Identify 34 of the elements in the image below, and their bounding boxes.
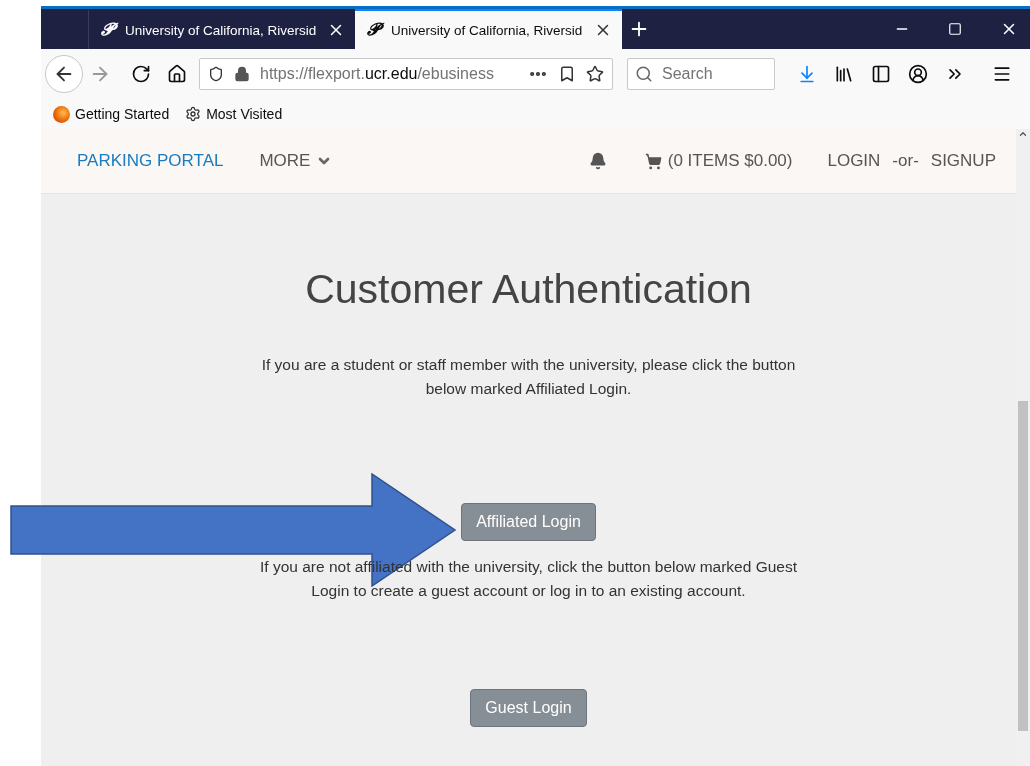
maximize-icon[interactable] <box>948 22 962 36</box>
browser-tab[interactable]: 𝓟 University of California, Riversid <box>355 9 622 49</box>
lock-icon[interactable] <box>234 66 250 82</box>
portal-link[interactable]: PARKING PORTAL <box>77 151 224 171</box>
bookmark-item[interactable]: Getting Started <box>53 105 170 123</box>
shield-icon[interactable] <box>208 66 224 82</box>
scroll-up-icon[interactable] <box>1018 129 1028 139</box>
bookmark-item[interactable]: Most Visited <box>185 106 283 122</box>
bell-icon[interactable] <box>588 152 607 170</box>
separator-text: -or- <box>892 151 919 171</box>
affiliated-instructions: If you are a student or staff member with the university, please click the button below marked Affiliated Login. <box>260 355 797 399</box>
sidebar-icon[interactable] <box>871 64 891 84</box>
scrollbar[interactable] <box>1016 129 1030 766</box>
gear-icon <box>185 106 202 122</box>
home-icon[interactable] <box>167 64 187 84</box>
star-icon[interactable] <box>586 65 604 83</box>
signup-link[interactable]: SIGNUP <box>930 151 996 171</box>
download-icon[interactable] <box>797 64 817 84</box>
menu-icon[interactable] <box>992 64 1012 84</box>
search-field[interactable]: Search <box>627 58 775 90</box>
more-menu[interactable]: MORE <box>259 151 333 171</box>
tab-favicon: 𝓟 <box>101 20 117 40</box>
address-bar[interactable]: https://flexport.ucr.edu/ebusiness <box>199 58 613 90</box>
search-icon <box>635 65 653 83</box>
cart-icon <box>644 152 662 170</box>
browser-logo-icon <box>53 105 70 123</box>
login-link[interactable]: LOGIN <box>827 151 881 171</box>
page-heading: Customer Authentication <box>305 266 752 313</box>
library-icon[interactable] <box>834 64 854 84</box>
tab-favicon: 𝓟 <box>367 20 383 40</box>
cart-link[interactable]: (0 ITEMS $0.00) <box>644 151 793 171</box>
reload-icon[interactable] <box>131 64 151 84</box>
back-button[interactable] <box>45 55 83 93</box>
account-icon[interactable] <box>908 64 928 84</box>
